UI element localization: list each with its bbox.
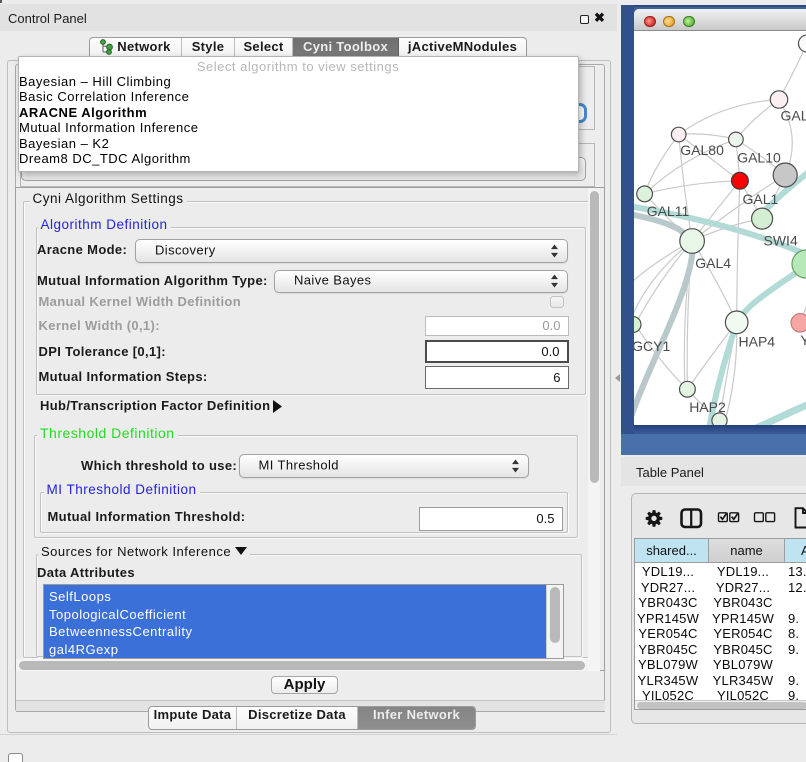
svg-text:GAL1: GAL1 (743, 191, 779, 207)
svg-text:GAL11: GAL11 (647, 203, 690, 219)
svg-text:SWI4: SWI4 (764, 233, 798, 249)
svg-text:GAL: GAL (781, 107, 806, 123)
svg-text:HAP4: HAP4 (739, 334, 776, 350)
svg-text:GAL4: GAL4 (695, 255, 731, 271)
svg-text:GAL80: GAL80 (680, 142, 724, 158)
svg-text:HAP2: HAP2 (689, 399, 726, 415)
svg-text:GAL10: GAL10 (737, 150, 781, 166)
svg-text:Y: Y (800, 332, 806, 348)
svg-text:GCY1: GCY1 (634, 338, 670, 354)
